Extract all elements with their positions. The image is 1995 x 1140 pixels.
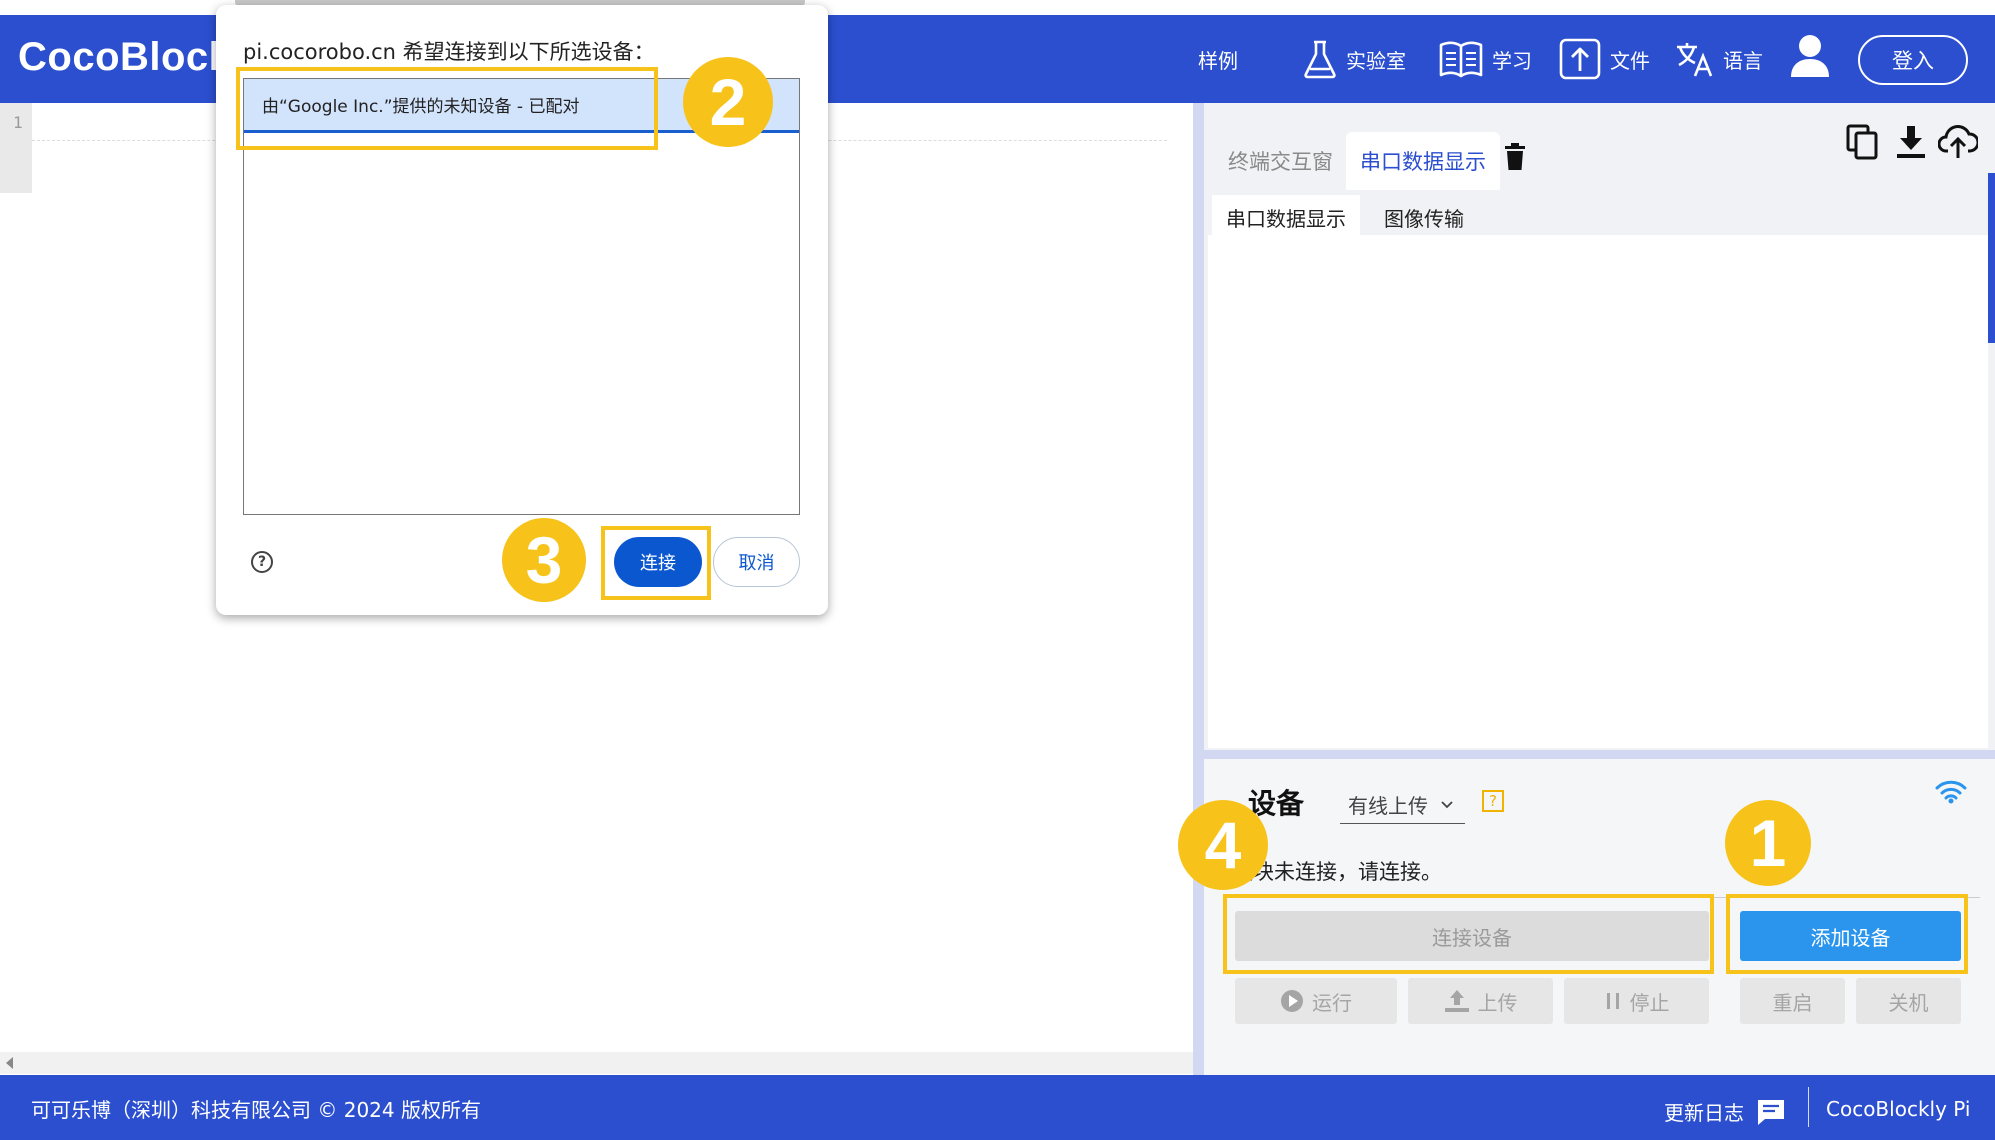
nav-lab-label: 实验室	[1346, 48, 1406, 73]
pause-icon	[1606, 993, 1619, 1009]
cloud-upload-icon[interactable]	[1938, 124, 1978, 160]
nav-learn[interactable]: 学习	[1438, 15, 1532, 103]
upload-label: 上传	[1477, 990, 1518, 1015]
panel-resize-divider[interactable]	[1193, 103, 1204, 1075]
nav-file-label: 文件	[1610, 48, 1650, 73]
changelog-link[interactable]: 更新日志	[1664, 1097, 1786, 1126]
step-badge-3: 3	[502, 518, 586, 602]
translate-icon	[1677, 43, 1713, 77]
book-icon	[1439, 41, 1483, 78]
changelog-label: 更新日志	[1664, 1101, 1744, 1125]
subtab-serial[interactable]: 串口数据显示	[1212, 195, 1360, 240]
nav-lab[interactable]: 实验室	[1302, 15, 1406, 103]
line-number: 1	[13, 113, 23, 132]
tab-terminal[interactable]: 终端交互窗	[1228, 146, 1333, 176]
file-upload-icon	[1559, 38, 1601, 80]
upload-help-icon[interactable]: ?	[1482, 790, 1504, 812]
copyright-text: 可可乐博（深圳）科技有限公司 © 2024 版权所有	[31, 1098, 481, 1122]
run-label: 运行	[1312, 990, 1352, 1015]
copy-icon[interactable]	[1846, 124, 1880, 160]
highlight-device-item	[236, 67, 658, 150]
panel-horizontal-divider[interactable]	[1204, 750, 1995, 759]
step-badge-4: 4	[1178, 800, 1268, 890]
scroll-left-icon[interactable]	[6, 1057, 13, 1069]
user-icon[interactable]	[1790, 33, 1830, 79]
chat-icon	[1758, 1099, 1784, 1125]
flask-icon	[1304, 40, 1336, 79]
upload-mode-select[interactable]: 有线上传	[1340, 786, 1465, 824]
upload-icon	[1444, 990, 1469, 1012]
editor-horizontal-scrollbar[interactable]	[0, 1052, 1193, 1074]
app-logo[interactable]: CocoBlock	[18, 35, 231, 80]
highlight-add-device	[1726, 894, 1968, 974]
dialog-help-icon[interactable]: ?	[251, 551, 273, 573]
nav-examples-label: 样例	[1198, 48, 1238, 73]
nav-language-label: 语言	[1723, 48, 1763, 73]
dialog-cancel-button[interactable]: 取消	[713, 537, 800, 587]
nav-examples[interactable]: 样例	[1198, 15, 1238, 103]
footer: 可可乐博（深圳）科技有限公司 © 2024 版权所有 更新日志 CocoBloc…	[0, 1075, 1995, 1140]
highlight-connect-device	[1223, 894, 1714, 974]
step-badge-2: 2	[683, 57, 773, 147]
dialog-title: pi.cocorobo.cn 希望连接到以下所选设备：	[243, 40, 655, 64]
upload-button[interactable]: 上传	[1408, 978, 1553, 1024]
restart-button[interactable]: 重启	[1740, 978, 1845, 1024]
step-badge-1: 1	[1725, 800, 1811, 886]
panel-vertical-scrollbar[interactable]	[1988, 173, 1995, 343]
nav-file[interactable]: 文件	[1558, 15, 1650, 103]
highlight-dialog-connect	[601, 526, 711, 600]
play-icon	[1281, 990, 1303, 1012]
footer-brand: CocoBlockly Pi	[1826, 1097, 1971, 1121]
upload-mode-value: 有线上传	[1348, 794, 1428, 818]
nav-language[interactable]: 语言	[1675, 15, 1763, 103]
stop-button[interactable]: 停止	[1564, 978, 1709, 1024]
shutdown-button[interactable]: 关机	[1856, 978, 1961, 1024]
trash-icon[interactable]	[1504, 143, 1526, 171]
tab-serial-display[interactable]: 串口数据显示	[1346, 132, 1500, 190]
download-icon[interactable]	[1896, 124, 1926, 160]
subtab-image[interactable]: 图像传输	[1384, 203, 1464, 232]
chevron-down-icon	[1441, 800, 1453, 808]
stop-label: 停止	[1629, 990, 1670, 1015]
footer-divider	[1808, 1087, 1809, 1127]
nav-learn-label: 学习	[1492, 48, 1532, 73]
run-button[interactable]: 运行	[1235, 978, 1397, 1024]
serial-output-area[interactable]	[1208, 235, 1988, 748]
line-gutter: 1	[0, 103, 32, 193]
wifi-icon	[1935, 780, 1967, 804]
login-button[interactable]: 登入	[1858, 35, 1968, 85]
